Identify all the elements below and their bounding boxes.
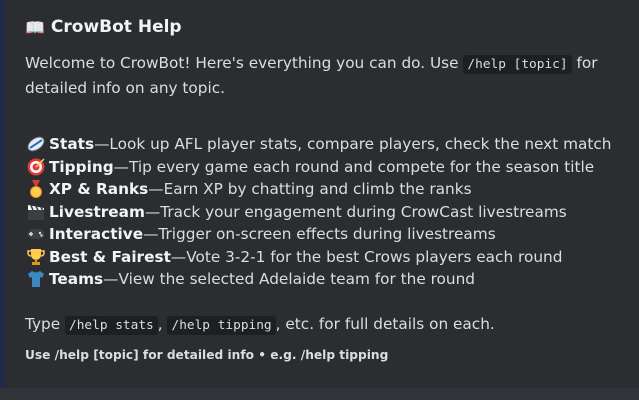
feature-name: Tipping [49,157,114,176]
intro-text: Welcome to CrowBot! Here's everything yo… [25,54,464,72]
feature-name: XP & Ranks [49,180,149,198]
intro-paragraph: Welcome to CrowBot! Here's everything yo… [25,52,630,99]
feature-sep: — [143,225,159,243]
feature-name: Interactive [49,225,144,243]
clapper-board-icon [23,202,49,222]
feature-name: Teams [49,270,104,288]
feature-name: Livestream [49,202,145,221]
feature-desc: Earn XP by chatting and climb the ranks [163,180,472,198]
outro-prefix: Type [25,315,65,333]
outro-code-tipping: /help tipping [167,316,276,335]
feature-desc: Tip every game each round and compete fo… [128,157,595,176]
outro-suffix: , etc. for full details on each. [275,315,495,333]
target-icon [23,157,49,177]
outro-paragraph: Type /help stats, /help tipping, etc. fo… [25,313,630,338]
game-controller-icon [23,224,49,244]
feature-row-stats: Stats — Look up AFL player stats, compar… [23,133,633,156]
feature-desc: Vote 3-2-1 for the best Crows players ea… [186,247,563,266]
feature-row-teams: Teams — View the selected Adelaide team … [23,268,633,291]
feature-sep: — [170,247,187,266]
embed-title-text: CrowBot Help [50,17,182,37]
help-embed: 📖 CrowBot Help Welcome to CrowBot! Here'… [0,0,639,388]
shirt-icon [23,269,49,289]
feature-desc: View the selected Adelaide team for the … [118,270,476,288]
feature-sep: — [148,180,164,198]
rugby-ball-icon [23,134,49,154]
feature-sep: — [144,202,161,221]
feature-row-tipping: Tipping — Tip every game each round and … [23,156,633,179]
feature-list: Stats — Look up AFL player stats, compar… [23,133,633,291]
feature-name: Stats [49,135,95,153]
feature-desc: Trigger on-screen effects during livestr… [158,225,496,243]
feature-desc: Track your engagement during CrowCast li… [160,202,567,221]
open-book-icon: 📖 [25,17,45,37]
feature-sep: — [103,270,119,288]
feature-row-best-fairest: Best & Fairest — Vote 3-2-1 for the best… [23,246,633,269]
feature-row-xp: XP & Ranks — Earn XP by chatting and cli… [23,178,633,201]
embed-footer: Use /help [topic] for detailed info • e.… [25,348,389,362]
feature-row-interactive: Interactive — Trigger on-screen effects … [23,223,633,246]
outro-code-stats: /help stats [65,316,158,335]
feature-desc: Look up AFL player stats, compare player… [109,135,612,153]
feature-row-livestream: Livestream — Track your engagement durin… [23,201,633,224]
feature-name: Best & Fairest [49,247,171,266]
feature-sep: — [94,135,110,153]
intro-code: /help [topic] [463,55,572,74]
medal-icon [23,179,49,199]
feature-sep: — [113,157,129,176]
trophy-icon [23,247,49,267]
message-area-background [0,388,639,400]
embed-title: 📖 CrowBot Help [25,17,182,37]
